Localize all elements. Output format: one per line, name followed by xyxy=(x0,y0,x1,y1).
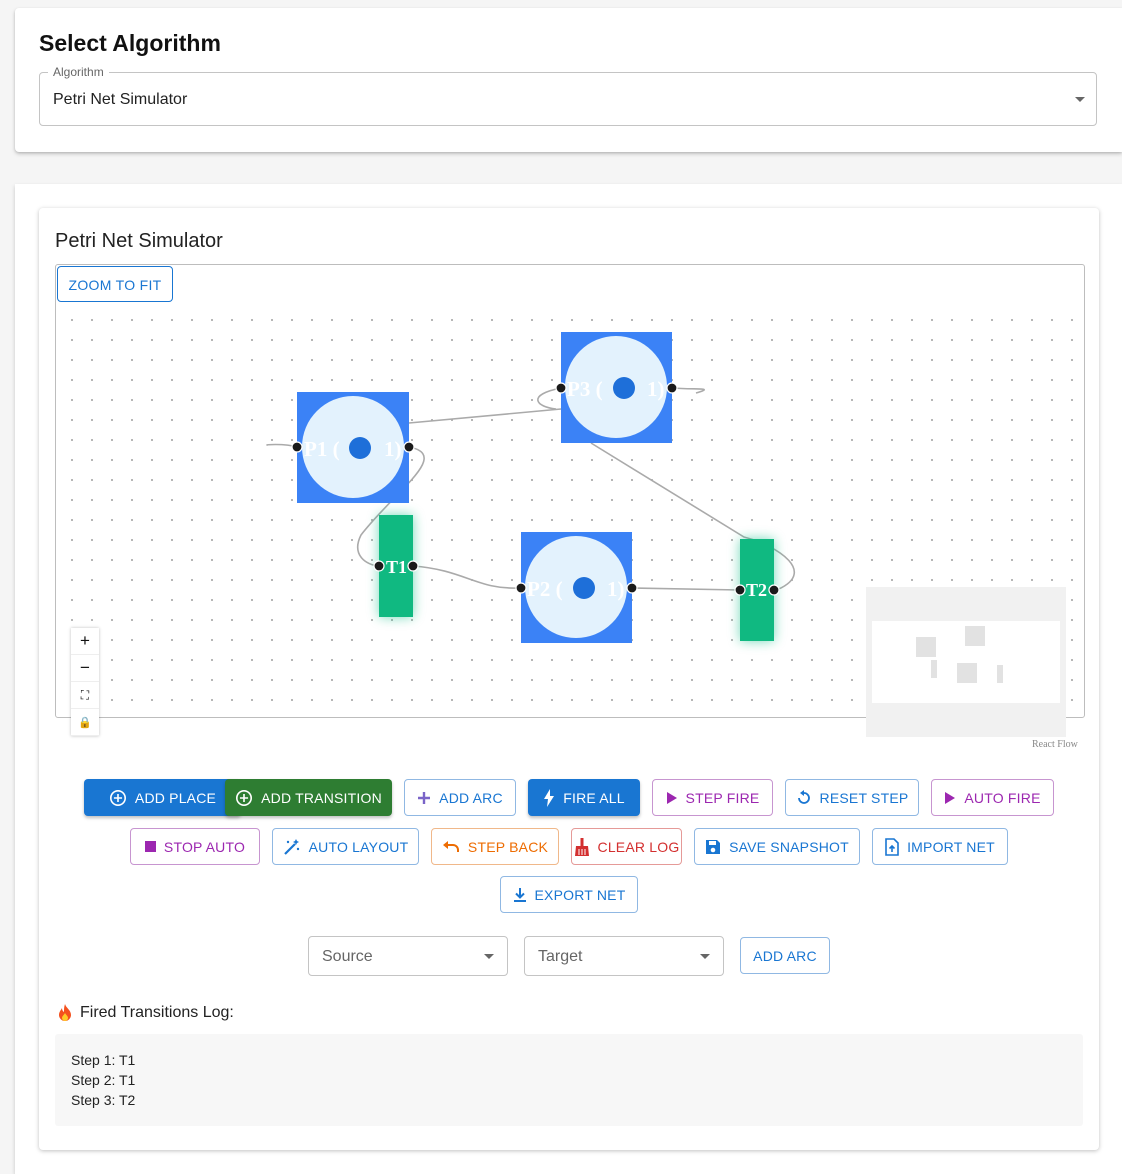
zoom-out-icon[interactable]: − xyxy=(71,655,99,682)
add-arc-label: ADD ARC xyxy=(439,789,503,806)
transition-t2-label: T2 xyxy=(746,580,767,600)
auto-fire-label: AUTO FIRE xyxy=(964,789,1041,806)
bolt-icon xyxy=(544,788,555,807)
add-circle-icon xyxy=(236,789,253,806)
step-fire-label: STEP FIRE xyxy=(685,789,760,806)
token-icon xyxy=(349,437,371,459)
step-back-label: STEP BACK xyxy=(467,838,549,855)
target-select-placeholder: Target xyxy=(538,948,583,965)
add-place-button[interactable]: ADD PLACE xyxy=(84,779,241,816)
magic-wand-icon xyxy=(283,838,299,855)
algorithm-select-label: Algorithm xyxy=(48,65,109,79)
play-icon xyxy=(945,791,956,804)
add-transition-label: ADD TRANSITION xyxy=(261,789,382,806)
import-net-label: IMPORT NET xyxy=(907,838,995,855)
add-place-label: ADD PLACE xyxy=(134,789,217,806)
fired-log-title: Fired Transitions Log: xyxy=(80,1004,234,1021)
dropdown-arrow-icon xyxy=(1075,97,1085,102)
place-p3-tokens: 1) xyxy=(647,377,665,401)
reset-step-label: RESET STEP xyxy=(819,789,909,806)
algorithm-selector-card: Select Algorithm Algorithm Petri Net Sim… xyxy=(15,8,1122,152)
clear-log-label: CLEAR LOG xyxy=(597,838,680,855)
dropdown-arrow-icon xyxy=(700,954,710,959)
source-select-placeholder: Source xyxy=(322,948,373,965)
fire-all-label: FIRE ALL xyxy=(563,789,625,806)
auto-fire-button[interactable]: AUTO FIRE xyxy=(931,779,1054,816)
plus-icon xyxy=(418,791,431,804)
place-p1[interactable]: P1 ( 1) xyxy=(297,392,409,503)
fired-log-box: Step 1: T1 Step 2: T1 Step 3: T2 xyxy=(55,1034,1083,1126)
fired-log-heading: Fired Transitions Log: xyxy=(57,1004,234,1022)
export-net-label: EXPORT NET xyxy=(534,886,626,903)
fire-icon xyxy=(59,1004,71,1021)
place-p3[interactable]: P3 ( 1) xyxy=(561,332,672,443)
source-select[interactable]: Source xyxy=(308,936,508,976)
algorithm-select[interactable]: Algorithm Petri Net Simulator xyxy=(39,65,1097,126)
main-card: Petri Net Simulator P1 (1) P3 (1) P2 (… xyxy=(15,184,1122,1174)
broom-icon xyxy=(574,837,589,856)
auto-layout-button[interactable]: AUTO LAYOUT xyxy=(272,828,419,865)
add-arc-form-button[interactable]: ADD ARC xyxy=(740,937,830,974)
undo-icon xyxy=(442,840,459,852)
algorithm-select-value: Petri Net Simulator xyxy=(53,91,188,108)
fit-view-icon[interactable]: ⛶ xyxy=(71,682,99,709)
stop-auto-label: STOP AUTO xyxy=(163,838,246,855)
flow-controls: + − ⛶ 🔒 xyxy=(71,628,99,736)
play-icon xyxy=(666,791,677,804)
token-icon xyxy=(573,577,595,599)
clear-log-button[interactable]: CLEAR LOG xyxy=(571,828,682,865)
log-entry: Step 3: T2 xyxy=(71,1092,136,1108)
place-p1-label: P1 ( xyxy=(304,437,340,461)
place-p2-tokens: 1) xyxy=(607,577,625,601)
transition-t1-label: T1 xyxy=(386,557,407,577)
place-p2[interactable]: P2 ( 1) xyxy=(521,532,632,643)
save-snapshot-label: SAVE SNAPSHOT xyxy=(729,838,849,855)
simulator-title: Petri Net Simulator xyxy=(55,230,223,252)
dropdown-arrow-icon xyxy=(484,954,494,959)
minimap-svg xyxy=(872,621,1060,703)
add-arc-button[interactable]: ADD ARC xyxy=(404,779,516,816)
import-net-button[interactable]: IMPORT NET xyxy=(872,828,1008,865)
add-circle-icon xyxy=(109,789,126,806)
place-p1-tokens: 1) xyxy=(384,437,402,461)
minimap[interactable] xyxy=(866,587,1066,737)
stop-auto-button[interactable]: STOP AUTO xyxy=(130,828,260,865)
place-p3-label: P3 ( xyxy=(567,377,603,401)
save-icon xyxy=(706,839,721,854)
auto-layout-label: AUTO LAYOUT xyxy=(308,838,409,855)
zoom-to-fit-button[interactable]: ZOOM TO FIT xyxy=(57,266,173,302)
react-flow-attribution[interactable]: React Flow xyxy=(1032,739,1078,750)
reset-step-button[interactable]: RESET STEP xyxy=(785,779,919,816)
export-net-button[interactable]: EXPORT NET xyxy=(500,876,638,913)
select-algorithm-heading: Select Algorithm xyxy=(39,30,221,56)
lock-icon[interactable]: 🔒 xyxy=(71,709,99,736)
restart-icon xyxy=(797,789,810,804)
token-icon xyxy=(613,377,635,399)
simulator-card: Petri Net Simulator P1 (1) P3 (1) P2 (… xyxy=(39,208,1099,1150)
fire-all-button[interactable]: FIRE ALL xyxy=(528,779,640,816)
download-icon xyxy=(513,887,526,902)
log-entry: Step 1: T1 xyxy=(71,1052,136,1068)
stop-icon xyxy=(144,841,156,852)
add-transition-button[interactable]: ADD TRANSITION xyxy=(225,779,392,816)
zoom-in-icon[interactable]: + xyxy=(71,628,99,655)
step-back-button[interactable]: STEP BACK xyxy=(431,828,559,865)
log-entry: Step 2: T1 xyxy=(71,1072,136,1088)
step-fire-button[interactable]: STEP FIRE xyxy=(652,779,773,816)
save-snapshot-button[interactable]: SAVE SNAPSHOT xyxy=(694,828,860,865)
target-select[interactable]: Target xyxy=(524,936,724,976)
petri-net-canvas[interactable]: P1 ( 1) P3 ( 1) P2 (1) T1 T2 ZOOM TO FI… xyxy=(55,264,1085,750)
place-p2-label: P2 ( xyxy=(527,577,563,601)
upload-file-icon xyxy=(885,837,899,856)
